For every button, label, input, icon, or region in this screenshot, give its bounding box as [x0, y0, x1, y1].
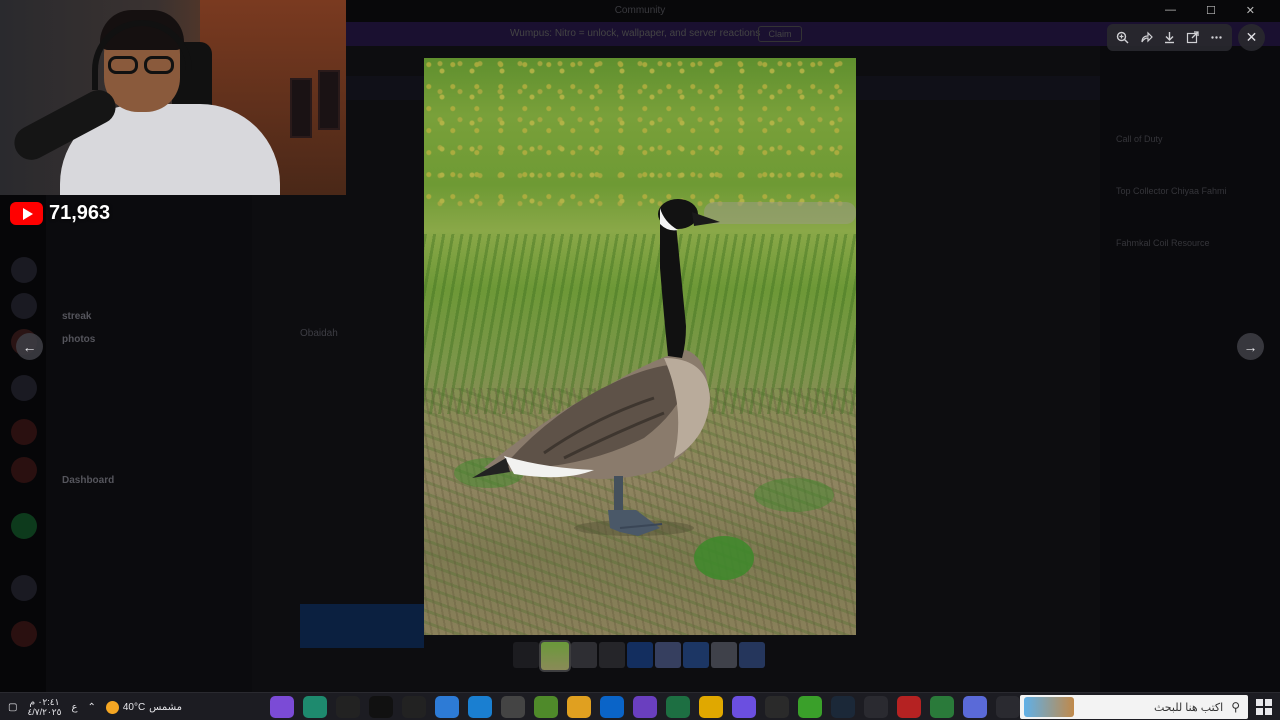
system-tray: ▢ ٠٢:٤١ م ٤/٧/٢٠٢٥ ع ⌃ 40°C مشمس [8, 693, 182, 720]
weather-temp: 40°C [122, 701, 146, 713]
minecraft-icon[interactable] [534, 696, 558, 718]
share-icon[interactable] [1136, 28, 1156, 48]
discord-icon[interactable] [864, 696, 888, 718]
bg-member-list: Call of Duty Top Collector Chiyaa Fahmi … [1100, 46, 1280, 692]
youtube-viewer-badge: 71,963 [10, 202, 110, 225]
thumbnail[interactable] [739, 642, 765, 668]
bg-server-icon [11, 513, 37, 539]
arrow-right-icon: → [1243, 338, 1258, 355]
weather-label: مشمس [149, 701, 182, 713]
bg-server-icon [11, 621, 37, 647]
maximize-icon[interactable]: ☐ [1206, 4, 1216, 18]
bg-server-icon [11, 375, 37, 401]
bg-server-icon [11, 457, 37, 483]
thumbnail-active[interactable] [539, 640, 571, 672]
goose-photo[interactable] [424, 58, 856, 635]
rockstar-icon[interactable] [699, 696, 723, 718]
chrome-icon[interactable] [930, 696, 954, 718]
canada-goose [472, 199, 720, 536]
window-close-icon[interactable]: ✕ [1246, 4, 1255, 18]
bg-member-activity: Call of Duty [1116, 134, 1163, 144]
snipping-tool-icon[interactable] [996, 696, 1020, 718]
next-image-button[interactable]: → [1237, 333, 1264, 360]
webcam-glasses [108, 56, 176, 74]
excel-icon[interactable] [666, 696, 690, 718]
bg-channel-list: streak photos Dashboard [46, 195, 252, 692]
capcut-icon[interactable] [336, 696, 360, 718]
taskbar: ▢ ٠٢:٤١ م ٤/٧/٢٠٢٥ ع ⌃ 40°C مشمس اكتب هن… [0, 692, 1280, 720]
edge-icon[interactable] [468, 696, 492, 718]
bg-member-activity: Fahmkal Coil Resource [1116, 238, 1210, 248]
webcam-poster [290, 78, 312, 138]
more-icon[interactable] [1206, 28, 1226, 48]
bg-server-icon [11, 419, 37, 445]
window-controls[interactable]: — ☐ ✕ [1150, 4, 1270, 18]
outlook-icon[interactable] [600, 696, 624, 718]
bg-banner-text: Wumpus: Nitro = unlock, wallpaper, and s… [510, 28, 761, 39]
bg-channel-item: streak [62, 311, 92, 322]
tray-clock[interactable]: ٠٢:٤١ م ٤/٧/٢٠٢٥ [27, 697, 61, 717]
language-indicator[interactable]: ع [71, 702, 77, 713]
nvidia-icon[interactable] [798, 696, 822, 718]
minimize-icon[interactable]: — [1165, 4, 1176, 18]
bg-server-icon [11, 575, 37, 601]
streamlabs-icon[interactable] [303, 696, 327, 718]
bg-server-icon [11, 293, 37, 319]
thumbnail[interactable] [571, 642, 597, 668]
thumbnail[interactable] [711, 642, 737, 668]
notification-icon[interactable]: ▢ [8, 702, 17, 713]
bg-member-activity: Top Collector Chiyaa Fahmi [1116, 186, 1227, 196]
obs-icon[interactable] [633, 696, 657, 718]
tiktok-icon[interactable] [369, 696, 393, 718]
steam-icon[interactable] [831, 696, 855, 718]
webcam-poster [318, 70, 340, 130]
search-placeholder: اكتب هنا للبحث [1153, 701, 1224, 714]
taskbar-search[interactable]: اكتب هنا للبحث ⚲ [1020, 695, 1248, 719]
app-grid-icon[interactable] [732, 696, 756, 718]
bg-server-rail [0, 195, 46, 692]
webcam-overlay [0, 0, 346, 195]
file-explorer-icon[interactable] [567, 696, 591, 718]
weather-widget[interactable]: 40°C مشمس [105, 700, 182, 714]
download-icon[interactable] [1159, 28, 1179, 48]
thumbnail[interactable] [683, 642, 709, 668]
search-icon: ⚲ [1231, 700, 1240, 714]
cursor-icon[interactable] [501, 696, 525, 718]
epic-games-icon[interactable] [765, 696, 789, 718]
thumbnail-strip [513, 640, 765, 672]
tray-chevron-icon[interactable]: ⌃ [87, 702, 95, 713]
viewer-count: 71,963 [49, 202, 111, 224]
close-icon: ✕ [1245, 29, 1258, 45]
bg-message-author: Obaidah [300, 328, 338, 339]
thumbnail[interactable] [627, 642, 653, 668]
openai-icon[interactable] [402, 696, 426, 718]
viewer-toolbar [1107, 24, 1232, 51]
browser-red-icon[interactable] [897, 696, 921, 718]
thumbnail[interactable] [655, 642, 681, 668]
clock-date: ٤/٧/٢٠٢٥ [27, 707, 62, 717]
windows-start-icon[interactable] [1256, 699, 1272, 715]
weather-icon[interactable] [435, 696, 459, 718]
thumbnail[interactable] [513, 642, 539, 668]
taskbar-apps [270, 696, 1020, 718]
bg-banner-button: Claim [758, 26, 802, 42]
thumbnail[interactable] [599, 642, 625, 668]
close-viewer-button[interactable]: ✕ [1238, 24, 1265, 51]
bg-server-icon [11, 257, 37, 283]
youtube-icon [10, 202, 43, 225]
bg-embed [300, 604, 424, 648]
bg-channel-item: photos [62, 334, 96, 345]
zoom-icon[interactable] [1113, 28, 1133, 48]
copilot-icon[interactable] [963, 696, 987, 718]
previous-image-button[interactable]: ← [16, 333, 43, 360]
nitro-app-icon[interactable] [270, 696, 294, 718]
arrow-left-icon: ← [22, 338, 37, 355]
bg-channel-item: Dashboard [62, 475, 115, 486]
clock-time: ٠٢:٤١ م [29, 697, 60, 707]
sun-icon [105, 700, 119, 714]
search-highlight-image [1024, 697, 1074, 717]
open-external-icon[interactable] [1183, 28, 1203, 48]
